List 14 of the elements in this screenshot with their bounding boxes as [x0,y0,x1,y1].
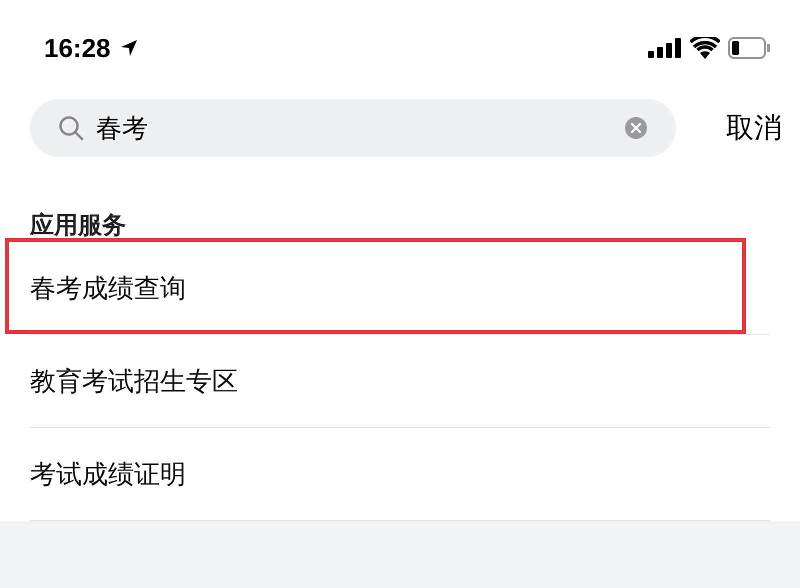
battery-icon [728,37,770,59]
search-text: 春考 [96,112,149,144]
wifi-icon [690,37,720,59]
search-field[interactable]: 春考 [30,99,676,157]
result-item[interactable]: 春考成绩查询 [30,268,186,308]
result-item[interactable]: 教育考试招生专区 [30,362,238,400]
cancel-button[interactable]: 取消 [726,107,782,149]
location-arrow-icon [118,38,138,58]
search-icon [58,115,84,141]
signal-icon [648,38,682,58]
section-title: 应用服务 [30,211,127,241]
status-time: 16:28 [44,32,110,64]
result-item[interactable]: 考试成绩证明 [30,454,186,494]
clear-icon[interactable] [624,116,648,140]
